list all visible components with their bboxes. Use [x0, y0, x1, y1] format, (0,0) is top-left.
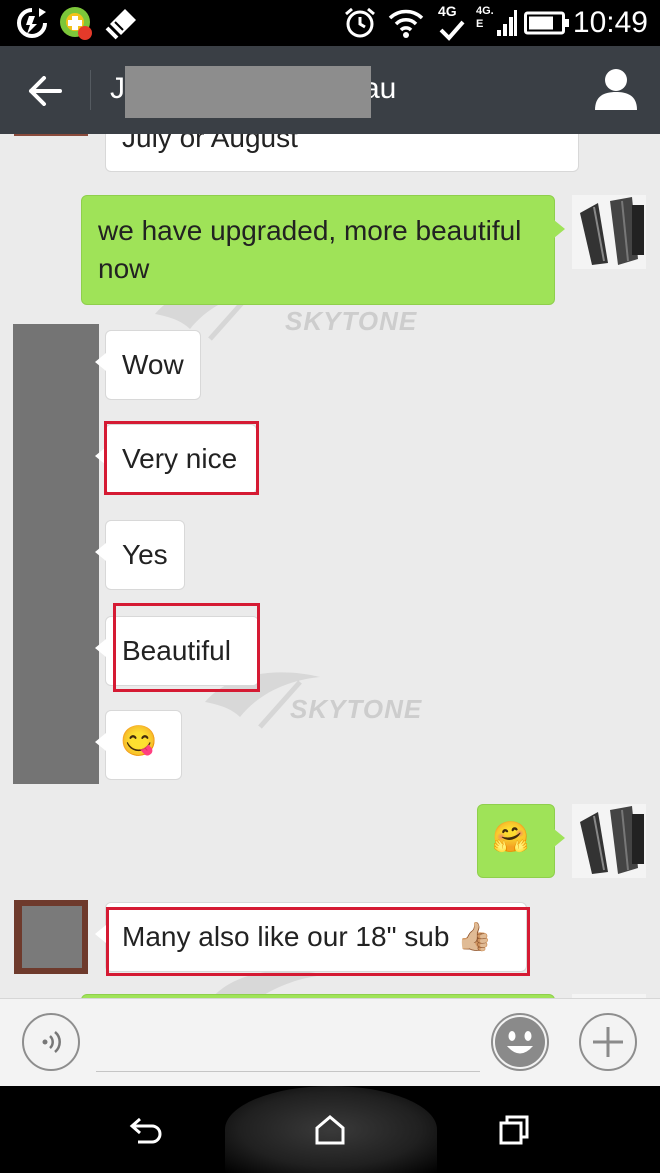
arrow-left-icon: [29, 76, 62, 106]
speaker-product-image: [580, 197, 644, 265]
alarm-icon: [342, 6, 378, 40]
emoji-yum: 😋: [120, 725, 158, 758]
network-label-secondary: 4G. E: [476, 5, 494, 30]
cleaner-icon: [102, 6, 140, 40]
message-input[interactable]: [96, 1017, 480, 1072]
network-type-label: 4G: [438, 3, 457, 19]
nav-home-button[interactable]: [300, 1106, 360, 1154]
message-text: Beautiful: [122, 635, 231, 666]
watermark: SKYTONE: [285, 306, 418, 336]
my-avatar[interactable]: [572, 195, 646, 269]
message-bubble-incoming[interactable]: 😋: [95, 710, 182, 780]
check-icon: [438, 18, 466, 42]
contact-avatar[interactable]: [14, 900, 88, 974]
message-text: we have upgraded, more beautiful now: [98, 215, 522, 284]
redacted-name-block: [125, 66, 371, 118]
message-text: Yes: [122, 539, 168, 570]
input-bar: [0, 998, 660, 1087]
sync-icon: [14, 6, 50, 40]
plus-icon: [593, 1027, 623, 1057]
message-text: July or August: [122, 134, 298, 153]
recents-icon: [499, 1115, 529, 1145]
clock: 10:49: [572, 6, 648, 39]
header-divider: [90, 70, 91, 110]
contact-avatar-redacted[interactable]: [13, 324, 99, 784]
avatar-redaction: [22, 906, 82, 968]
chat-title-start: J: [110, 72, 125, 105]
speaker-product-image: [580, 806, 644, 874]
message-text: Many also like our 18" sub 👍🏼: [122, 921, 493, 952]
message-bubble-incoming[interactable]: Wow: [95, 330, 201, 400]
back-button[interactable]: [20, 68, 70, 114]
voice-button[interactable]: [22, 1013, 80, 1071]
message-bubble-incoming[interactable]: Beautiful: [95, 616, 259, 686]
nav-back-icon: [129, 1117, 162, 1144]
contact-avatar[interactable]: [14, 134, 88, 136]
chat-header: Jau: [0, 46, 660, 134]
add-attachment-button[interactable]: [579, 1013, 637, 1071]
message-bubble-incoming[interactable]: July or August: [105, 134, 579, 172]
message-list[interactable]: SKYTONE SKYTONE SKYTONE July or August w…: [0, 134, 660, 998]
home-icon: [315, 1115, 345, 1145]
smiley-icon: [495, 1017, 545, 1067]
app-badge-icon: [56, 6, 96, 40]
status-bar: 4G 4G. E 10:49: [0, 0, 660, 46]
system-nav-bar: [0, 1086, 660, 1173]
message-bubble-incoming[interactable]: Many also like our 18" sub 👍🏼: [95, 902, 527, 972]
emoji-button[interactable]: [491, 1013, 549, 1071]
battery-icon: [524, 6, 570, 40]
nav-back-button[interactable]: [116, 1106, 176, 1154]
message-bubble-incoming[interactable]: Yes: [95, 520, 185, 590]
person-icon: [595, 69, 637, 110]
voice-icon: [42, 1031, 61, 1053]
my-avatar[interactable]: [572, 804, 646, 878]
emoji-hugging: 🤗: [492, 821, 530, 854]
message-bubble-incoming[interactable]: Very nice: [95, 424, 257, 494]
wifi-icon: [386, 6, 426, 40]
nav-recents-button[interactable]: [484, 1106, 544, 1154]
message-bubble-outgoing[interactable]: 🤗: [477, 804, 565, 878]
message-text: Wow: [122, 349, 184, 380]
contact-info-button[interactable]: [590, 66, 642, 116]
signal-icon: [496, 6, 518, 40]
message-text: Very nice: [122, 443, 238, 474]
message-bubble-outgoing[interactable]: we have upgraded, more beautiful now: [81, 195, 565, 305]
